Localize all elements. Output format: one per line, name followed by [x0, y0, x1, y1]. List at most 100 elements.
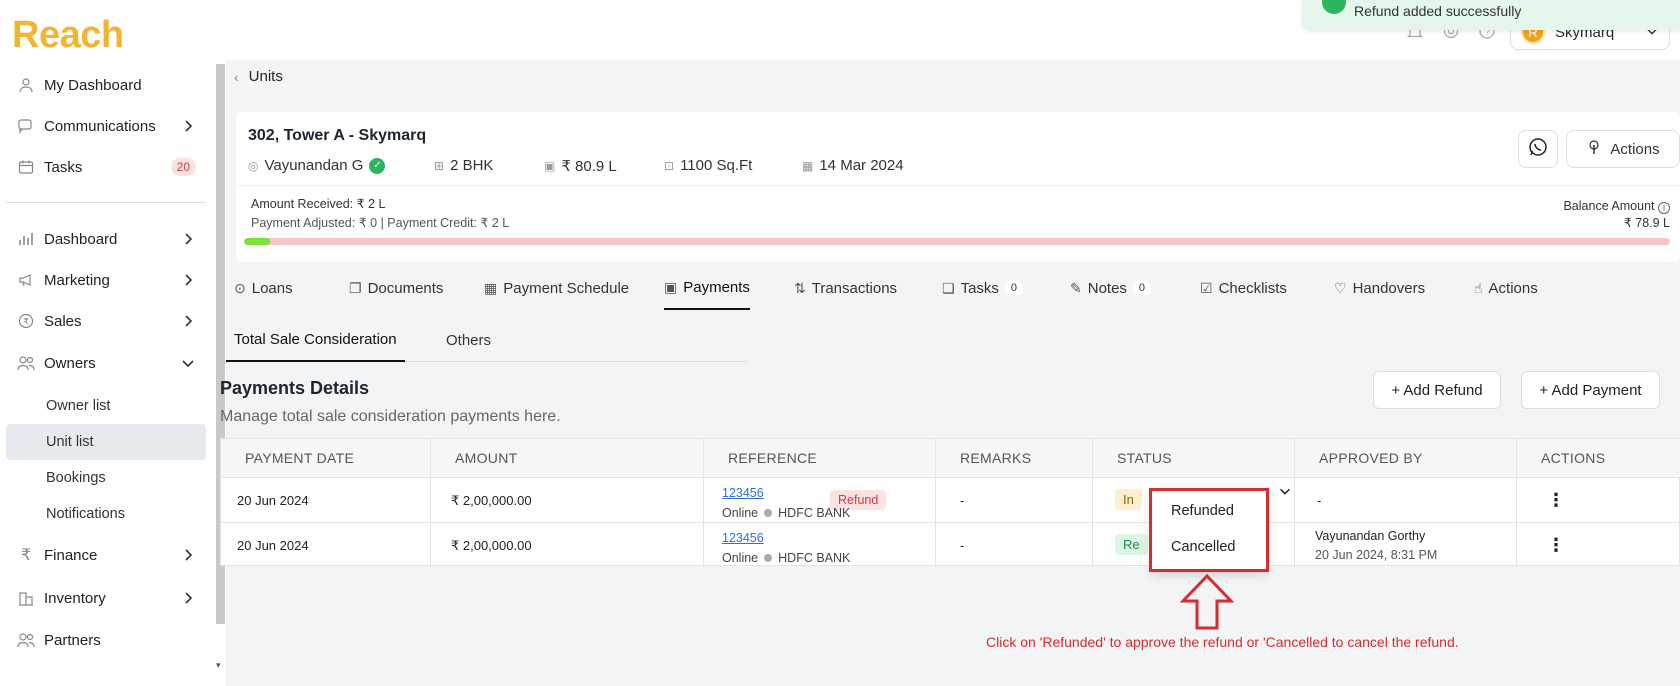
reference-link[interactable]: 123456 [722, 531, 764, 545]
sidebar-item-inventory[interactable]: Inventory [6, 580, 206, 616]
status-badge: Re [1115, 534, 1148, 555]
svg-text:₹: ₹ [23, 317, 29, 327]
cash-icon: ▣ [544, 159, 556, 173]
tab-label: Payment Schedule [503, 279, 630, 297]
cell-reference: 123456 Online HDFC BANK [704, 523, 936, 568]
tab-label: Transactions [811, 279, 898, 297]
sidebar-item-marketing[interactable]: Marketing [6, 262, 206, 298]
sidebar-subitem-owner-list[interactable]: Owner list [6, 388, 206, 424]
transactions-icon: ⇅ [794, 279, 806, 296]
tab-label: Tasks [960, 279, 999, 297]
price-value: ₹ 80.9 L [561, 158, 617, 175]
bullet-separator [764, 554, 773, 562]
tab-actions[interactable]: ☝ Actions [1474, 266, 1538, 310]
back-chevron-icon[interactable]: ‹ [234, 69, 239, 85]
annotation-hint: Click on 'Refunded' to approve the refun… [986, 634, 1459, 650]
add-refund-button[interactable]: + Add Refund [1373, 371, 1501, 409]
add-payment-button[interactable]: + Add Payment [1521, 371, 1660, 409]
tab-checklists[interactable]: ☑ Checklists [1200, 266, 1287, 310]
table-row: 20 Jun 2024 ₹ 2,00,000.00 123456 Online H… [221, 522, 1680, 568]
tap-icon [1586, 139, 1602, 159]
sidebar-subitem-notifications[interactable]: Notifications [6, 496, 206, 532]
sidebar-subitem-bookings[interactable]: Bookings [6, 460, 206, 496]
balance-value: ₹ 78.9 L [1623, 216, 1670, 230]
col-remarks: REMARKS [936, 439, 1093, 477]
whatsapp-button[interactable] [1518, 130, 1558, 168]
kebab-menu-icon[interactable]: ⋮ [1547, 535, 1565, 556]
bank-name: HDFC BANK [778, 506, 851, 520]
cell-approved-by: Vayunandan Gorthy 20 Jun 2024, 8:31 PM [1295, 523, 1517, 568]
kebab-menu-icon[interactable]: ⋮ [1547, 490, 1565, 511]
sidebar: Reach My Dashboard Communications Tasks … [0, 0, 215, 686]
bank-name: HDFC BANK [778, 551, 851, 565]
tab-label: Loans [251, 279, 293, 297]
calendar-icon: ▦ [484, 279, 498, 296]
col-actions: ACTIONS [1517, 439, 1680, 477]
tab-payment-schedule[interactable]: ▦ Payment Schedule [484, 266, 629, 310]
payments-title: Payments Details [220, 378, 370, 398]
users-icon [16, 353, 36, 373]
status-dropdown[interactable]: In [1115, 489, 1142, 510]
chevron-down-icon[interactable] [1278, 484, 1292, 501]
info-icon[interactable]: i [1658, 202, 1670, 214]
card-divider [236, 185, 1680, 186]
unit-actions-button[interactable]: Actions [1566, 130, 1680, 168]
cell-approved-by: - [1295, 478, 1517, 523]
owner-name[interactable]: Vayunandan G [264, 157, 363, 174]
tasks-icon: ❏ [942, 279, 955, 296]
tab-transactions[interactable]: ⇅ Transactions [794, 266, 897, 310]
tab-payments[interactable]: ▣ Payments [664, 266, 750, 310]
sidebar-divider [6, 202, 206, 203]
tab-label: Checklists [1218, 279, 1287, 297]
sidebar-item-owners[interactable]: Owners [6, 345, 206, 381]
cash-icon: ▣ [664, 278, 678, 295]
sidebar-subitem-unit-list[interactable]: Unit list [6, 424, 206, 460]
area-value: 1100 Sq.Ft [680, 157, 753, 174]
col-amount: AMOUNT [431, 439, 704, 477]
sidebar-item-sales[interactable]: ₹ Sales [6, 303, 206, 339]
tab-label: Notes [1087, 279, 1127, 297]
tab-label: Documents [367, 279, 444, 297]
amount-value: ₹ 2,00,000.00 [451, 492, 532, 508]
cell-date: 20 Jun 2024 [221, 478, 431, 523]
sidebar-item-label: My Dashboard [44, 76, 142, 94]
area-icon: ⊡ [664, 158, 675, 173]
cell-amount: ₹ 2,00,000.00 [431, 478, 704, 523]
breadcrumb-units[interactable]: Units [249, 68, 283, 85]
grid-icon: ⊞ [434, 158, 445, 173]
tab-documents[interactable]: ❐ Documents [349, 266, 443, 310]
payment-adjusted: Payment Adjusted: ₹ 0 [251, 216, 378, 230]
checklist-icon: ☑ [1200, 279, 1213, 296]
calendar-icon [16, 157, 36, 177]
sidebar-item-my-dashboard[interactable]: My Dashboard [6, 67, 206, 103]
col-approved-by: APPROVED BY [1295, 439, 1517, 477]
cell-remarks: - [936, 478, 1093, 523]
subtab-others[interactable]: Others [446, 318, 491, 362]
sidebar-item-tasks[interactable]: Tasks 20 [6, 149, 206, 185]
rupee-coin-icon: ₹ [16, 311, 36, 331]
sidebar-item-dashboard[interactable]: Dashboard [6, 221, 206, 257]
tab-notes[interactable]: ✎ Notes 0 [1070, 266, 1152, 310]
tab-tasks[interactable]: ❏ Tasks 0 [942, 266, 1024, 310]
subtab-total-sale-consideration[interactable]: Total Sale Consideration [226, 318, 405, 362]
sidebar-item-label: Dashboard [44, 230, 118, 248]
reference-block: 123456 Online HDFC BANK [722, 528, 850, 568]
actions-label: Actions [1610, 140, 1660, 158]
tab-loans[interactable]: ⊙ Loans [234, 266, 293, 310]
progress-fill [244, 238, 270, 245]
whatsapp-icon [1528, 137, 1548, 162]
sidebar-item-finance[interactable]: ₹ Finance [6, 537, 206, 573]
amount-received: Amount Received: ₹ 2 L [251, 197, 386, 211]
sidebar-item-partners[interactable]: Partners [6, 622, 206, 658]
app-root: Reach My Dashboard Communications Tasks … [0, 0, 1680, 686]
user-circle-icon: ◎ [248, 158, 259, 173]
megaphone-icon [16, 270, 36, 290]
tab-handovers[interactable]: ♡ Handovers [1334, 266, 1425, 310]
reference-link[interactable]: 123456 [722, 486, 764, 500]
scroll-down-icon[interactable]: ▾ [216, 660, 225, 672]
topbar: ? R Skymarq Refund added successfully [226, 0, 1680, 60]
sidebar-item-communications[interactable]: Communications [6, 108, 206, 144]
sidebar-item-label: Sales [44, 312, 82, 330]
unit-summary-card: 302, Tower A - Skymarq ◎ Vayunandan G ✓ … [236, 112, 1680, 262]
toast-message: Refund added successfully [1354, 3, 1522, 19]
